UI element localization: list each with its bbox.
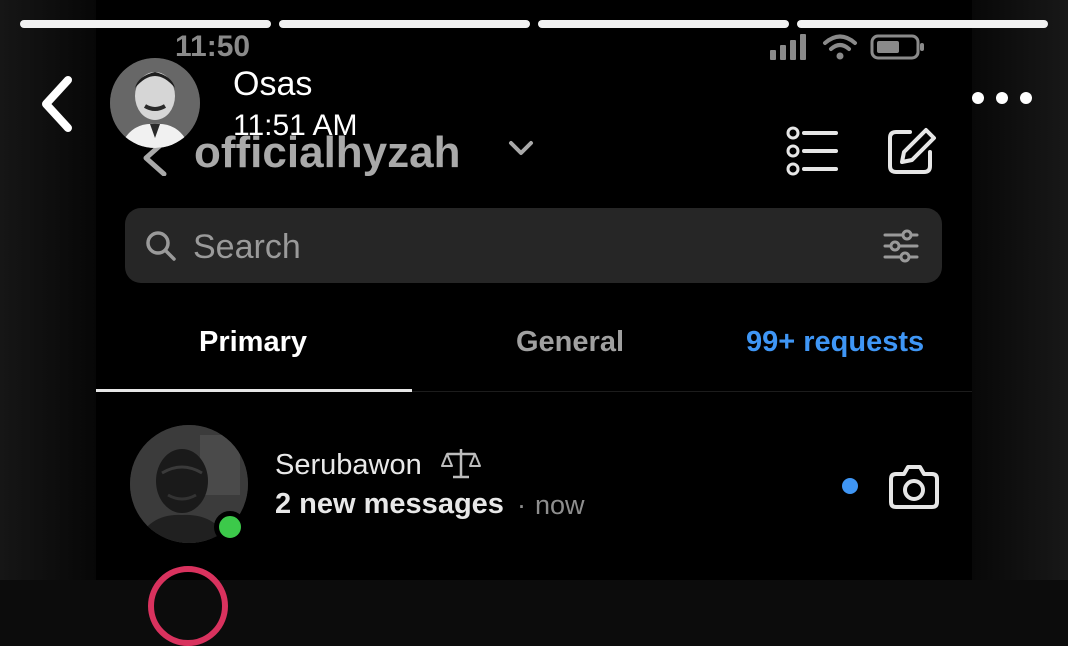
more-dot [1020, 92, 1032, 104]
search-bar[interactable] [125, 208, 942, 283]
more-dot [972, 92, 984, 104]
battery-icon [870, 34, 924, 60]
story-more-button[interactable] [972, 92, 1032, 110]
status-bar-time: 11:50 [175, 30, 251, 63]
tab-requests[interactable]: 99+ requests [746, 326, 924, 359]
tab-divider [412, 391, 972, 392]
conversation-name[interactable]: Serubawon [275, 449, 422, 482]
story-progress-segment [538, 20, 789, 28]
search-icon [146, 231, 176, 261]
next-conversation-avatar-ring[interactable] [148, 566, 228, 646]
story-posted-time: 11:51 AM [233, 109, 358, 142]
story-back-button[interactable] [36, 72, 80, 136]
edit-icon[interactable] [886, 126, 938, 176]
story-author-avatar[interactable] [110, 58, 200, 148]
chevron-down-icon[interactable] [508, 140, 534, 158]
story-progress-segment [20, 20, 271, 28]
conversation-preview[interactable]: 2 new messages [275, 488, 504, 521]
story-progress-segment [797, 20, 1048, 28]
tab-general[interactable]: General [516, 326, 624, 359]
status-bar-icons [770, 33, 926, 61]
conversation-separator: · [517, 490, 526, 520]
signal-icon [770, 34, 806, 60]
unread-indicator [842, 478, 858, 494]
story-progress-segment [279, 20, 530, 28]
conversation-time: now [535, 490, 585, 520]
avatar-image [110, 58, 200, 148]
camera-icon[interactable] [888, 462, 940, 510]
search-input[interactable] [191, 224, 795, 270]
online-status-indicator [214, 511, 246, 543]
tab-active-indicator [96, 389, 412, 392]
tab-primary[interactable]: Primary [199, 326, 307, 359]
scale-icon [441, 449, 481, 479]
chevron-left-icon [42, 76, 72, 132]
more-dot [996, 92, 1008, 104]
story-side-right [972, 0, 1068, 580]
story-progress-bar [20, 20, 1048, 28]
story-author-name[interactable]: Osas [233, 65, 312, 104]
filter-icon[interactable] [883, 228, 919, 264]
list-icon[interactable] [786, 126, 838, 176]
wifi-icon [823, 34, 857, 60]
